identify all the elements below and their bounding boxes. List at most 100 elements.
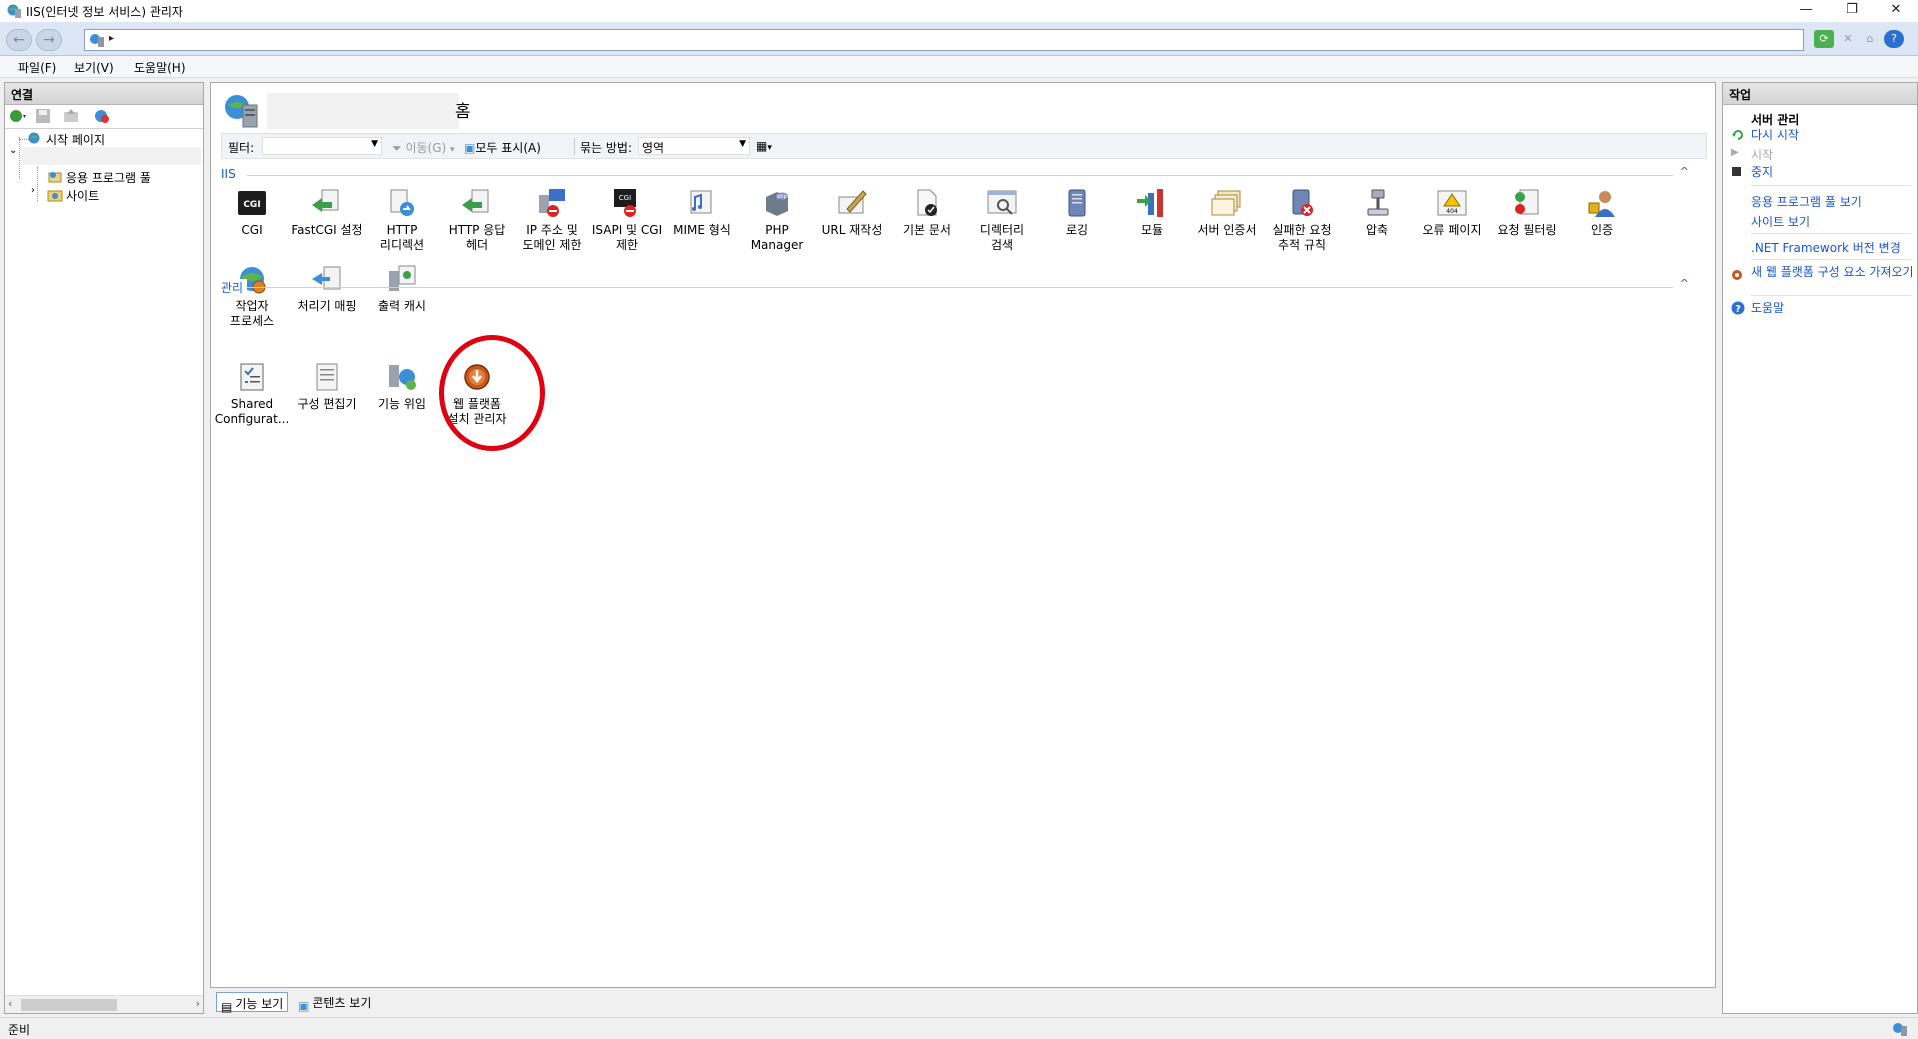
tab-features-view-label: 기능 보기 xyxy=(235,997,284,1011)
menu-file[interactable]: 파일(F) xyxy=(18,59,56,76)
action-start[interactable]: 시작 xyxy=(1751,148,1915,162)
feature-logging[interactable]: 로깅 xyxy=(1038,187,1116,238)
isapi-cgi-icon: CGI xyxy=(614,189,636,217)
svg-text:?: ? xyxy=(1735,304,1741,315)
content-view-icon: ▣ xyxy=(298,999,310,1013)
modules-icon xyxy=(1137,189,1163,217)
feature-request-filtering[interactable]: 요청 필터링 xyxy=(1488,187,1566,238)
show-all-label: 모두 표시(A) xyxy=(475,141,541,155)
feature-shared-configuration[interactable]: Shared Configurat... xyxy=(213,361,291,427)
feature-configuration-editor[interactable]: 구성 편집기 xyxy=(288,361,366,412)
collapse-iis-icon[interactable]: ^ xyxy=(1680,165,1689,178)
feature-http-redirect[interactable]: HTTP 리디렉션 xyxy=(363,187,441,253)
menu-help[interactable]: 도움말(H) xyxy=(134,59,186,76)
ip-restrictions-icon xyxy=(539,189,565,217)
feature-mime[interactable]: MIME 형식 xyxy=(663,187,741,238)
iis-app-icon xyxy=(7,4,21,18)
feature-compression[interactable]: 압축 xyxy=(1338,187,1416,238)
group-header-iis[interactable]: IIS ^ xyxy=(211,165,1697,183)
page-title-suffix: 홈 xyxy=(455,102,471,122)
feature-url-rewrite[interactable]: URL 재작성 xyxy=(813,187,891,238)
up-icon[interactable] xyxy=(63,108,79,124)
action-restart[interactable]: 다시 시작 xyxy=(1751,128,1915,142)
action-view-app-pools[interactable]: 응용 프로그램 풀 보기 xyxy=(1751,195,1915,209)
connections-title: 연결 xyxy=(5,83,203,105)
tree-start-page[interactable]: 시작 페이지 xyxy=(27,131,105,148)
filter-label: 필터: xyxy=(228,141,255,155)
connections-panel: 연결 시작 페이지 ⌄ 응용 프로그램 풀 › 사이트 ‹ › xyxy=(4,82,204,1014)
stop-icon[interactable]: ✕ xyxy=(1838,30,1858,48)
group-header-management[interactable]: 관리 ^ xyxy=(211,277,1697,296)
tree-sites[interactable]: 사이트 xyxy=(47,187,99,204)
help-circle-icon: ? xyxy=(1731,301,1745,315)
go-button[interactable]: ⏷ 이동(G) ▾ xyxy=(392,139,455,156)
highlight-annotation-circle xyxy=(439,335,545,451)
server-icon xyxy=(90,34,104,47)
actions-title: 작업 xyxy=(1723,83,1917,105)
tree-app-pools-label: 응용 프로그램 풀 xyxy=(66,171,151,185)
feature-authentication[interactable]: 인증 xyxy=(1563,187,1641,238)
svg-text:php: php xyxy=(777,194,787,200)
group-by-select[interactable]: 영역 ▼ xyxy=(638,137,750,155)
tree-server-node[interactable] xyxy=(21,147,201,165)
breadcrumb-arrow[interactable]: ▸ xyxy=(109,33,114,44)
connections-hscrollbar[interactable]: ‹ › xyxy=(5,995,203,1013)
tab-content-view-label: 콘텐츠 보기 xyxy=(312,996,372,1010)
connections-toolbar xyxy=(5,105,203,129)
tree-sites-expander-icon[interactable]: › xyxy=(31,185,35,196)
scroll-right-icon[interactable]: › xyxy=(196,997,200,1010)
start-page-icon xyxy=(28,132,40,144)
feature-feature-delegation[interactable]: 기능 위임 xyxy=(363,361,441,412)
status-bar: 준비 xyxy=(0,1017,1918,1039)
menu-bar: 파일(F) 보기(V) 도움말(H) xyxy=(0,56,1918,78)
group-by-value: 영역 xyxy=(642,141,665,155)
feature-directory-browsing[interactable]: 디렉터리 검색 xyxy=(963,187,1041,253)
action-get-new-components[interactable]: 새 웹 플랫폼 구성 요소 가져오기 xyxy=(1751,265,1915,279)
action-change-net-framework[interactable]: .NET Framework 버전 변경 xyxy=(1751,241,1915,255)
feature-worker-processes[interactable]: 작업자 프로세스 xyxy=(213,263,291,329)
connect-icon[interactable] xyxy=(9,108,29,124)
back-button[interactable]: ← xyxy=(6,29,32,51)
scroll-left-icon[interactable]: ‹ xyxy=(8,997,12,1010)
address-input[interactable]: ▸ xyxy=(84,29,1804,51)
scroll-thumb[interactable] xyxy=(21,999,117,1011)
compression-icon xyxy=(1367,189,1389,216)
refresh-icon[interactable]: ⟳ xyxy=(1814,30,1834,48)
save-icon[interactable] xyxy=(35,108,51,124)
view-mode-button[interactable]: ▦▾ xyxy=(756,139,772,153)
disconnect-icon[interactable] xyxy=(93,108,111,124)
directory-browsing-icon xyxy=(987,190,1017,215)
action-help[interactable]: 도움말 xyxy=(1751,301,1915,315)
tree-app-pools[interactable]: 응용 프로그램 풀 xyxy=(47,169,151,186)
filter-input[interactable]: ▼ xyxy=(262,137,382,155)
tree-server-expander-icon[interactable]: ⌄ xyxy=(9,145,17,156)
close-button[interactable]: ✕ xyxy=(1874,0,1918,22)
configuration-editor-icon xyxy=(316,363,338,391)
menu-view[interactable]: 보기(V) xyxy=(74,59,114,76)
feature-server-certificates[interactable]: 서버 인증서 xyxy=(1188,187,1266,238)
feature-cgi[interactable]: CGI CGI xyxy=(213,187,291,238)
show-all-button[interactable]: ▣모두 표시(A) xyxy=(464,139,541,156)
address-bar: ← → ▸ ⟳ ✕ ⌂ ? xyxy=(0,22,1918,56)
action-stop[interactable]: 중지 xyxy=(1751,165,1915,179)
tab-features-view[interactable]: ▤ 기능 보기 xyxy=(216,992,289,1014)
restore-button[interactable]: ❐ xyxy=(1830,0,1874,22)
feature-fastcgi[interactable]: FastCGI 설정 xyxy=(288,187,366,238)
minimize-button[interactable]: — xyxy=(1784,0,1828,22)
action-view-sites[interactable]: 사이트 보기 xyxy=(1751,215,1915,229)
feature-modules[interactable]: 모듈 xyxy=(1113,187,1191,238)
web-platform-small-icon xyxy=(1732,270,1742,280)
feature-php-manager[interactable]: php PHP Manager xyxy=(738,187,816,253)
help-icon[interactable]: ? xyxy=(1884,30,1904,48)
feature-failed-request-tracing[interactable]: 실패한 요청 추적 규칙 xyxy=(1263,187,1341,253)
feature-ip-restrictions[interactable]: IP 주소 및 도메인 제한 xyxy=(513,187,591,253)
feature-error-pages[interactable]: 404 오류 페이지 xyxy=(1413,187,1491,238)
collapse-management-icon[interactable]: ^ xyxy=(1680,277,1689,290)
tab-content-view[interactable]: ▣ 콘텐츠 보기 xyxy=(294,992,375,1013)
feature-isapi-cgi[interactable]: CGI ISAPI 및 CGI 제한 xyxy=(588,187,666,253)
tree-sites-label: 사이트 xyxy=(66,189,100,203)
home-icon[interactable]: ⌂ xyxy=(1860,30,1880,48)
feature-default-document[interactable]: 기본 문서 xyxy=(888,187,966,238)
forward-button[interactable]: → xyxy=(36,29,62,51)
feature-http-response-headers[interactable]: HTTP 응답 헤더 xyxy=(438,187,516,253)
